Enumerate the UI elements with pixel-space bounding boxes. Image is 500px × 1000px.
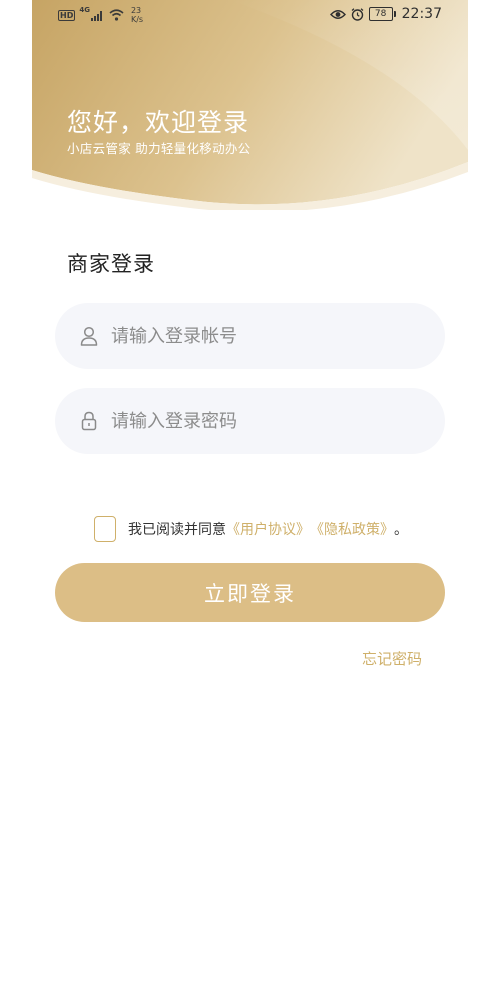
agreement-row: 我已阅读并同意 《用户协议》 《隐私政策》 。 [94,516,408,542]
network-speed: 23 K/s [131,6,143,24]
network-speed-unit: K/s [130,15,144,24]
agreement-suffix: 。 [394,522,408,538]
user-agreement-link[interactable]: 《用户协议》 [226,519,310,539]
alarm-icon [351,7,364,21]
greeting-subtitle: 小店云管家 助力轻量化移动办公 [67,141,251,156]
agreement-prefix: 我已阅读并同意 [128,522,226,538]
login-section-title: 商家登录 [67,252,155,276]
privacy-policy-link[interactable]: 《隐私政策》 [310,519,394,539]
lock-icon [79,411,99,431]
password-field[interactable] [55,388,445,454]
hd-badge: HD [58,9,76,21]
eye-icon [329,9,346,19]
signal-icon [90,10,102,21]
wifi-icon [109,9,124,21]
network-speed-value: 23 [130,6,142,15]
status-left: HD 4G 23 K/s [58,6,143,24]
password-input[interactable] [109,409,413,433]
account-field[interactable] [55,303,445,369]
agreement-checkbox[interactable] [94,516,116,542]
status-time: 22:37 [401,6,442,22]
status-bar: HD 4G 23 K/s 78 22:37 [0,0,500,30]
status-right: 78 22:37 [329,6,442,22]
account-input[interactable] [109,324,413,348]
battery-indicator: 78 [368,7,396,21]
user-icon [79,326,99,346]
network-type: 4G [79,6,90,14]
greeting-title: 您好，欢迎登录 [67,108,250,137]
forgot-password-link[interactable]: 忘记密码 [362,648,422,669]
login-screen: HD 4G 23 K/s 78 22:37 您好，欢迎登录 小店云管家 助力轻量… [0,0,500,1000]
login-button[interactable]: 立即登录 [55,563,445,622]
